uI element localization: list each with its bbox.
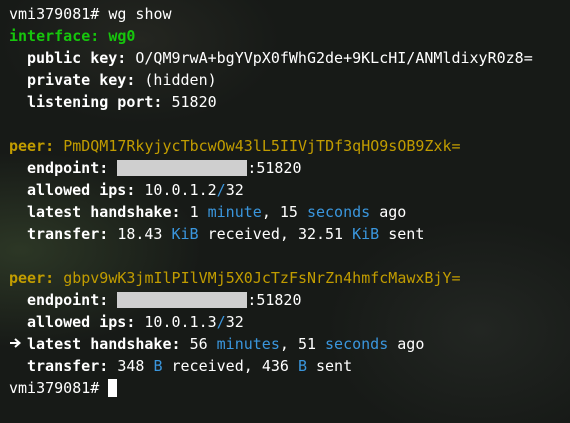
handshake-minutes: 1 (189, 203, 199, 221)
arrow-pointer-icon (9, 334, 27, 356)
latest-handshake-label: latest handshake: (27, 203, 181, 221)
transfer-line: transfer: 18.43 KiB received, 32.51 KiB … (9, 223, 570, 245)
received-word: received, (207, 225, 289, 243)
endpoint-line: endpoint: :51820 (9, 289, 570, 311)
handshake-seconds: 15 (279, 203, 298, 221)
sent-word: sent (316, 357, 353, 375)
allowed-ip-mask: 32 (225, 313, 244, 331)
allowed-ip: 10.0.1.3 (144, 313, 217, 331)
listening-port-value: 51820 (171, 93, 217, 111)
redacted-endpoint-address (117, 292, 248, 308)
terminal-window[interactable]: vmi379081# wg show interface: wg0 public… (0, 0, 570, 423)
sent-unit: B (297, 357, 307, 375)
block-cursor (108, 379, 118, 397)
public-key-line: public key: O/QM9rwA+bgYVpX0fWhG2de+9KLc… (9, 47, 570, 69)
allowed-ip-slash: / (216, 181, 226, 199)
handshake-seconds: 51 (297, 335, 316, 353)
handshake-minutes-unit: minutes (216, 335, 280, 353)
latest-handshake-label: latest handshake: (27, 335, 181, 353)
interface-line: interface: wg0 (9, 25, 570, 47)
interface-label: interface: (9, 27, 100, 45)
command-text: wg show (108, 5, 172, 23)
handshake-separator: , (261, 203, 271, 221)
peer-line: peer: gbpv9wK3jmIlPIlVMj5X0JcTzFsNrZn4hm… (9, 267, 570, 289)
handshake-separator: , (279, 335, 289, 353)
listening-port-line: listening port: 51820 (9, 91, 570, 113)
latest-handshake-line: latest handshake: 1 minute, 15 seconds a… (9, 201, 570, 223)
endpoint-label: endpoint: (27, 159, 109, 177)
prompt-line[interactable]: vmi379081# (9, 377, 570, 399)
endpoint-port: :51820 (247, 291, 302, 309)
handshake-minutes-unit: minute (207, 203, 262, 221)
transfer-label: transfer: (27, 225, 109, 243)
shell-prompt: vmi379081# (9, 5, 109, 23)
peer-label: peer: (9, 137, 55, 155)
allowed-ips-line: allowed ips: 10.0.1.3/32 (9, 311, 570, 333)
allowed-ip-mask: 32 (225, 181, 244, 199)
handshake-seconds-unit: seconds (306, 203, 371, 221)
sent-amount: 436 (261, 357, 289, 375)
sent-unit: KiB (352, 225, 380, 243)
endpoint-line: endpoint: :51820 (9, 157, 570, 179)
redacted-endpoint-address (117, 160, 248, 176)
private-key-label: private key: (27, 71, 136, 89)
transfer-label: transfer: (27, 357, 109, 375)
command-line: vmi379081# wg show (9, 3, 570, 25)
allowed-ips-line: allowed ips: 10.0.1.2/32 (9, 179, 570, 201)
public-key-label: public key: (27, 49, 127, 67)
received-amount: 18.43 (117, 225, 163, 243)
received-word: received, (171, 357, 253, 375)
listening-port-label: listening port: (27, 93, 163, 111)
peer-label: peer: (9, 269, 55, 287)
handshake-ago: ago (397, 335, 425, 353)
latest-handshake-line: latest handshake: 56 minutes, 51 seconds… (9, 333, 570, 355)
endpoint-label: endpoint: (27, 291, 109, 309)
allowed-ip-slash: / (216, 313, 226, 331)
public-key-value: O/QM9rwA+bgYVpX0fWhG2de+9KLcHI/ANMldixyR… (135, 49, 533, 67)
transfer-line: transfer: 348 B received, 436 B sent (9, 355, 570, 377)
sent-amount: 32.51 (297, 225, 344, 243)
allowed-ip: 10.0.1.2 (144, 181, 217, 199)
private-key-value: (hidden) (144, 71, 217, 89)
interface-name: wg0 (108, 27, 136, 45)
allowed-ips-label: allowed ips: (27, 181, 136, 199)
private-key-line: private key: (hidden) (9, 69, 570, 91)
shell-prompt: vmi379081# (9, 379, 109, 397)
handshake-minutes: 56 (189, 335, 208, 353)
received-amount: 348 (117, 357, 145, 375)
peer-key: gbpv9wK3jmIlPIlVMj5X0JcTzFsNrZn4hmfcMawx… (63, 269, 461, 287)
handshake-seconds-unit: seconds (325, 335, 389, 353)
allowed-ips-label: allowed ips: (27, 313, 136, 331)
sent-word: sent (388, 225, 425, 243)
peer-key: PmDQM17RkyjycTbcwOw43lL5IIVjTDf3qHO9sOB9… (63, 137, 461, 155)
endpoint-port: :51820 (247, 159, 302, 177)
handshake-ago: ago (379, 203, 407, 221)
received-unit: KiB (171, 225, 199, 243)
received-unit: B (153, 357, 163, 375)
peer-line: peer: PmDQM17RkyjycTbcwOw43lL5IIVjTDf3qH… (9, 135, 570, 157)
